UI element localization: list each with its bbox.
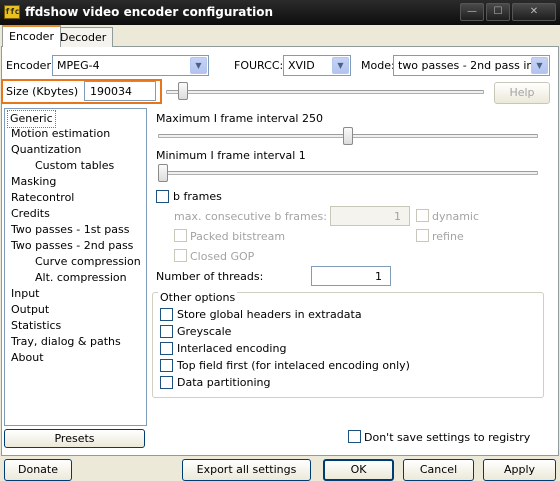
fourcc-label: FOURCC: <box>234 59 284 72</box>
app-icon: ffc <box>4 5 20 19</box>
interlaced-label: Interlaced encoding <box>177 342 287 355</box>
list-item[interactable]: Ratecontrol <box>9 190 76 206</box>
mode-label: Mode: <box>361 59 395 72</box>
export-settings-button[interactable]: Export all settings <box>182 459 311 481</box>
encoder-select[interactable]: MPEG-4 ▼ <box>52 55 209 76</box>
dont-save-label: Don't save settings to registry <box>364 431 531 444</box>
packed-bitstream-label: Packed bitstream <box>190 230 286 243</box>
section-list[interactable]: Generic Motion estimation Quantization C… <box>4 108 147 426</box>
list-item[interactable]: Quantization <box>9 142 83 158</box>
dynamic-checkbox[interactable] <box>416 209 429 222</box>
list-item[interactable]: Output <box>9 302 51 318</box>
list-item[interactable]: Credits <box>9 206 52 222</box>
min-i-frame-slider-thumb[interactable] <box>158 164 168 182</box>
data-partitioning-checkbox[interactable] <box>160 376 173 389</box>
help-button[interactable]: Help <box>494 82 550 104</box>
ok-button[interactable]: OK <box>323 459 394 481</box>
list-item[interactable]: Statistics <box>9 318 63 334</box>
mode-select[interactable]: two passes - 2nd pass int ▼ <box>393 55 550 76</box>
list-item[interactable]: About <box>9 350 46 366</box>
max-consec-bframes-value: 1 <box>394 210 401 223</box>
min-i-frame-label: Minimum I frame interval 1 <box>156 149 306 162</box>
refine-label: refine <box>432 230 464 243</box>
bframes-checkbox[interactable] <box>156 190 169 203</box>
donate-button[interactable]: Donate <box>4 459 72 481</box>
window-title: ffdshow video encoder configuration <box>25 5 274 19</box>
threads-input[interactable]: 1 <box>311 266 391 286</box>
global-headers-checkbox[interactable] <box>160 308 173 321</box>
list-item[interactable]: Input <box>9 286 41 302</box>
title-bar[interactable]: ffc ffdshow video encoder configuration … <box>0 0 560 25</box>
chevron-down-icon: ▼ <box>531 57 548 74</box>
packed-bitstream-checkbox[interactable] <box>174 229 187 242</box>
list-item[interactable]: Motion estimation <box>9 126 112 142</box>
encoder-value: MPEG-4 <box>57 59 100 72</box>
list-item[interactable]: Alt. compression <box>33 270 129 286</box>
size-slider-track[interactable] <box>166 90 484 94</box>
greyscale-label: Greyscale <box>177 325 232 338</box>
list-item[interactable]: Tray, dialog & paths <box>9 334 123 350</box>
threads-label: Number of threads: <box>156 270 264 283</box>
close-button[interactable]: ✕ <box>512 3 556 21</box>
max-consec-bframes-label: max. consecutive b frames: <box>174 210 327 223</box>
dont-save-checkbox[interactable] <box>348 430 361 443</box>
list-item[interactable]: Masking <box>9 174 58 190</box>
closed-gop-checkbox[interactable] <box>174 249 187 262</box>
size-input[interactable]: 190034 <box>84 81 156 101</box>
list-item[interactable]: Two passes - 2nd pass <box>9 238 135 254</box>
fourcc-select[interactable]: XVID ▼ <box>283 55 351 76</box>
size-value: 190034 <box>90 85 132 98</box>
greyscale-checkbox[interactable] <box>160 325 173 338</box>
max-i-frame-slider-thumb[interactable] <box>343 127 353 145</box>
threads-value: 1 <box>375 270 382 283</box>
tab-encoder[interactable]: Encoder <box>2 25 61 47</box>
max-i-frame-label: Maximum I frame interval 250 <box>156 112 323 125</box>
max-consec-bframes-input[interactable]: 1 <box>330 206 410 226</box>
maximize-button[interactable]: ☐ <box>486 3 510 21</box>
list-item[interactable]: Curve compression <box>33 254 143 270</box>
chevron-down-icon: ▼ <box>190 57 207 74</box>
size-slider-thumb[interactable] <box>178 82 188 100</box>
presets-button[interactable]: Presets <box>4 429 145 448</box>
encoder-label: Encoder: <box>6 59 55 72</box>
list-item[interactable]: Two passes - 1st pass <box>9 222 132 238</box>
mode-value: two passes - 2nd pass int <box>398 59 538 72</box>
dynamic-label: dynamic <box>432 210 480 223</box>
list-item[interactable]: Custom tables <box>33 158 116 174</box>
other-options-title: Other options <box>158 291 238 304</box>
data-partitioning-label: Data partitioning <box>177 376 271 389</box>
apply-button[interactable]: Apply <box>483 459 556 481</box>
top-field-first-checkbox[interactable] <box>160 359 173 372</box>
cancel-button[interactable]: Cancel <box>403 459 474 481</box>
size-label: Size (Kbytes) <box>6 85 79 98</box>
chevron-down-icon: ▼ <box>332 57 349 74</box>
fourcc-value: XVID <box>288 59 315 72</box>
closed-gop-label: Closed GOP <box>190 250 255 263</box>
min-i-frame-slider-track[interactable] <box>158 171 538 175</box>
minimize-button[interactable]: — <box>460 3 484 21</box>
global-headers-label: Store global headers in extradata <box>177 308 362 321</box>
top-field-first-label: Top field first (for intelaced encoding … <box>177 359 410 372</box>
interlaced-checkbox[interactable] <box>160 342 173 355</box>
refine-checkbox[interactable] <box>416 229 429 242</box>
bframes-label: b frames <box>173 190 222 203</box>
tab-decoder[interactable]: Decoder <box>53 27 114 47</box>
